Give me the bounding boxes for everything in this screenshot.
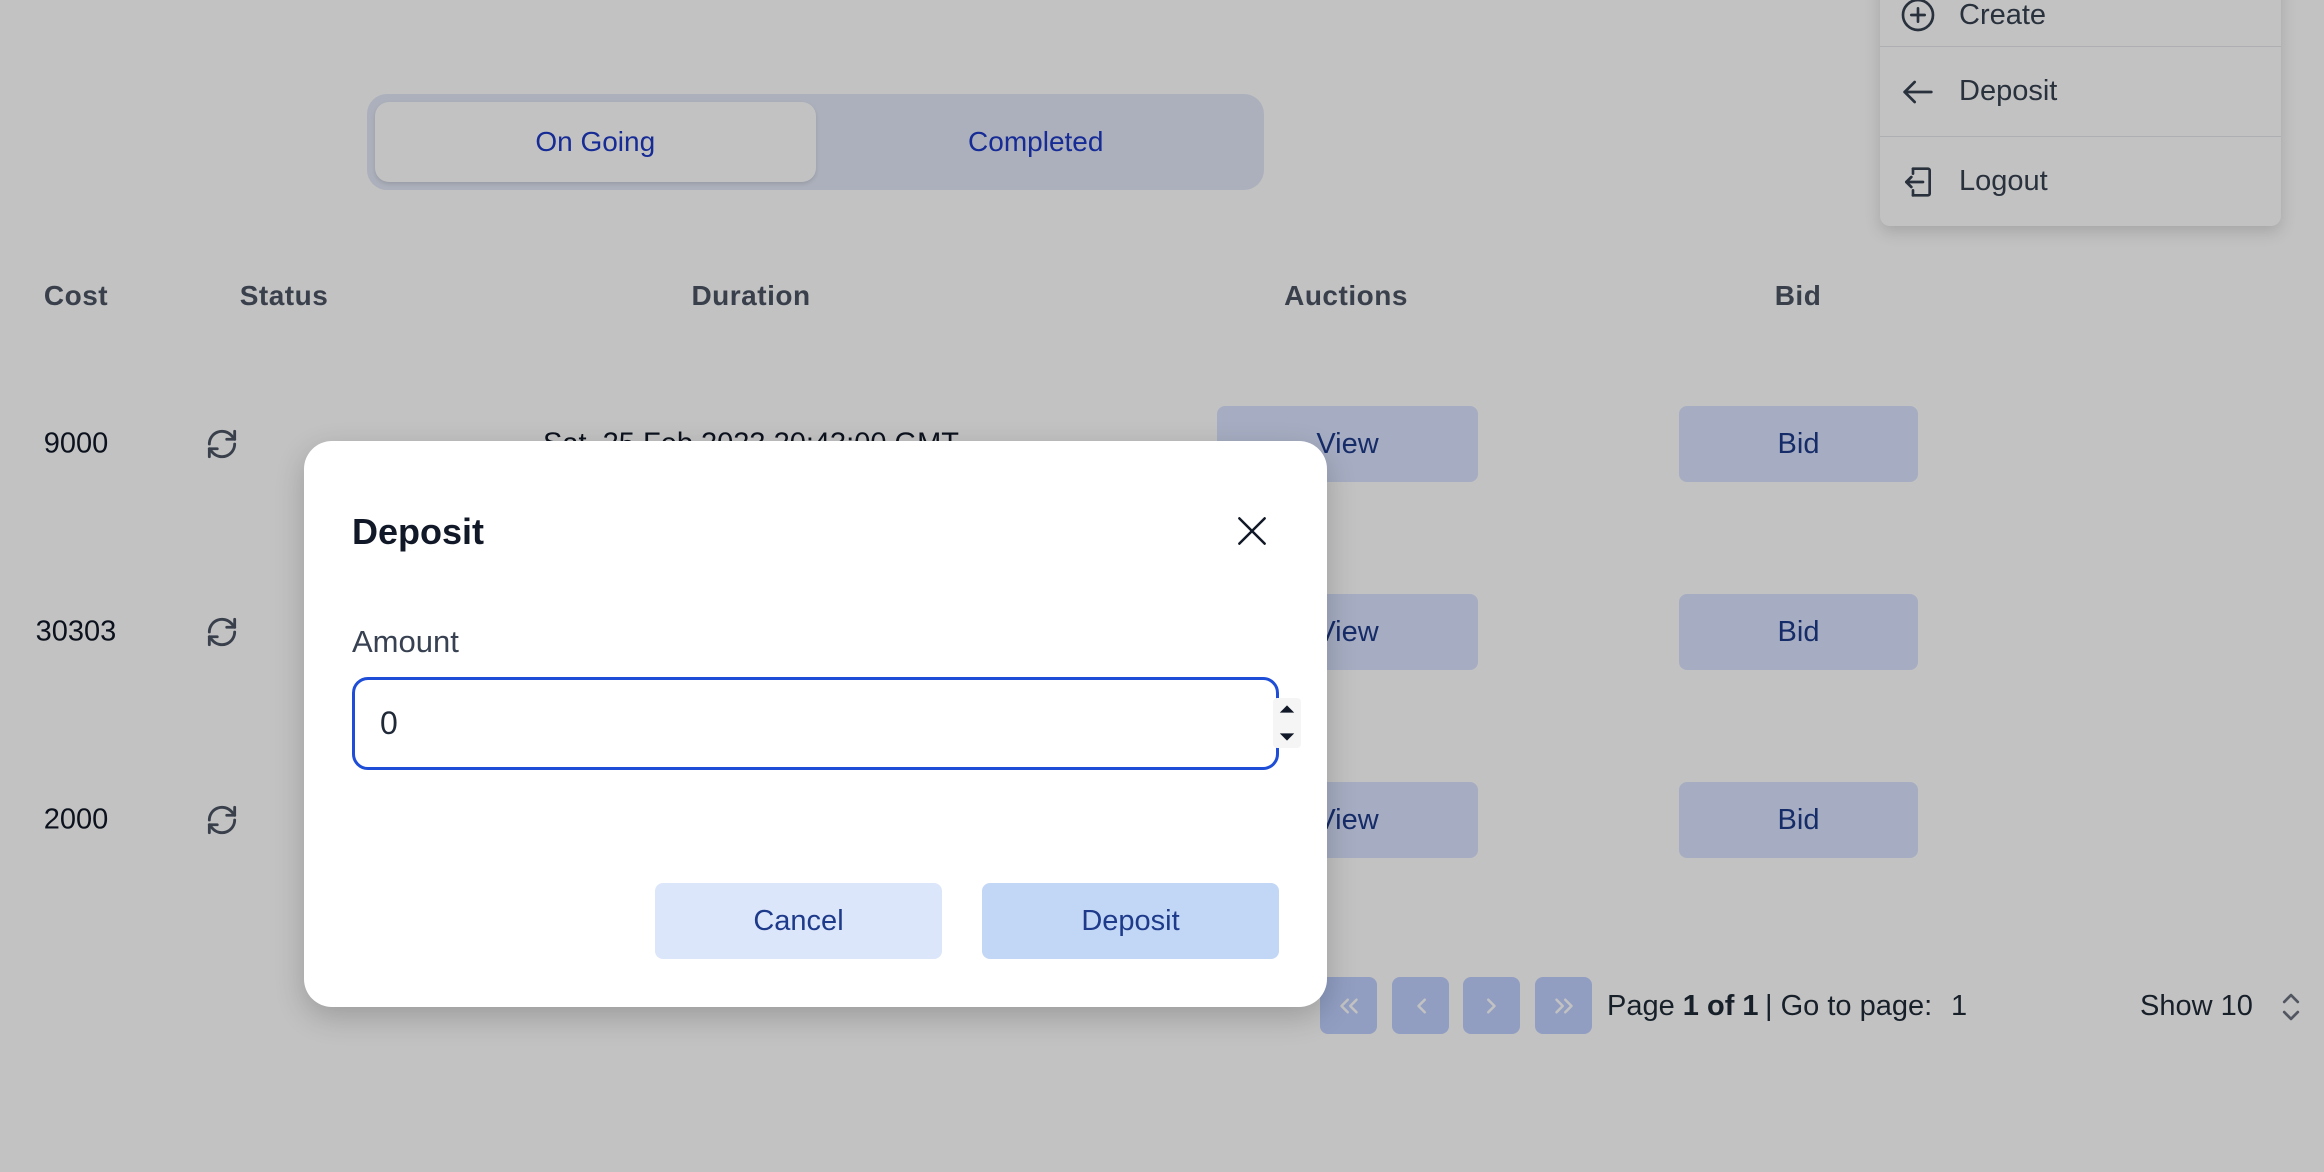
close-icon[interactable] (1233, 512, 1271, 550)
amount-input[interactable] (380, 680, 1200, 767)
caret-up-icon[interactable] (1278, 702, 1296, 716)
modal-title: Deposit (352, 511, 485, 552)
auction-page: On Going Completed Cost Status Duration … (0, 0, 2324, 1172)
cancel-button[interactable]: Cancel (655, 883, 942, 959)
amount-stepper[interactable] (1273, 698, 1301, 748)
amount-label: Amount (352, 624, 459, 659)
amount-field[interactable] (352, 677, 1301, 770)
deposit-modal: Deposit Amount Cancel Deposit (304, 441, 1327, 1007)
deposit-button[interactable]: Deposit (982, 883, 1279, 959)
caret-down-icon[interactable] (1278, 730, 1296, 744)
